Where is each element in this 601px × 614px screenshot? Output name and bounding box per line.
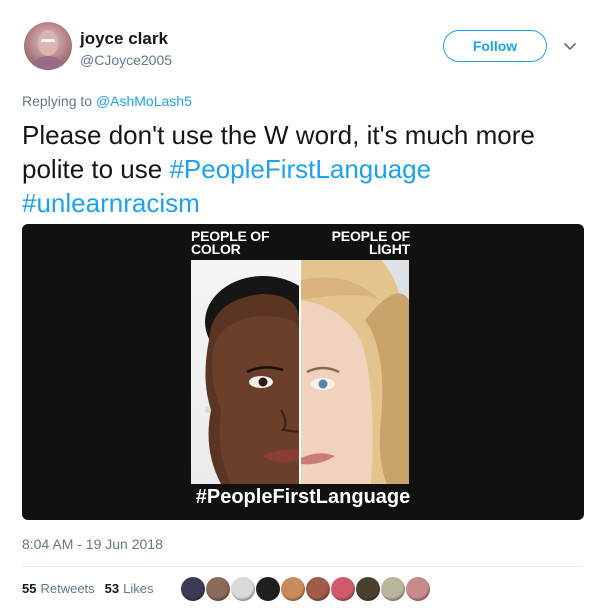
user-name[interactable]: joyce clark (80, 29, 168, 49)
hashtag-link[interactable]: #unlearnracism (22, 188, 200, 218)
avatar-shoulders (28, 56, 68, 70)
liker-avatar[interactable] (206, 577, 230, 601)
stats-divider (22, 566, 582, 567)
liker-avatar[interactable] (306, 577, 330, 601)
liker-avatar[interactable] (406, 577, 430, 601)
split-face-portrait (191, 260, 409, 484)
liker-avatar[interactable] (331, 577, 355, 601)
face-left-illustration (205, 276, 321, 484)
chevron-down-icon[interactable] (562, 38, 578, 54)
tweet-timestamp[interactable]: 8:04 AM - 19 Jun 2018 (22, 536, 163, 552)
hashtag-link[interactable]: #PeopleFirstLanguage (169, 154, 431, 184)
media-label-right: PEOPLE OF LIGHT (328, 229, 411, 257)
follow-button[interactable]: Follow (443, 30, 547, 62)
media-label-left: PEOPLE OF COLOR (191, 229, 270, 257)
avatar-eyes (41, 39, 55, 46)
user-avatar[interactable] (24, 22, 72, 70)
portrait-left-half (191, 260, 321, 484)
liker-avatar[interactable] (231, 577, 255, 601)
retweets-count: 55 (22, 581, 37, 596)
tweet-text: Please don't use the W word, it's much m… (22, 118, 582, 220)
liker-avatars (181, 577, 431, 601)
liker-avatar[interactable] (356, 577, 380, 601)
retweets-label: Retweets (40, 581, 95, 596)
likes-label: Likes (123, 581, 154, 596)
likes-count: 53 (104, 581, 120, 596)
likes-stat[interactable]: 53 Likes (105, 581, 154, 596)
liker-avatar[interactable] (381, 577, 405, 601)
replying-to-prefix: Replying to (22, 93, 96, 109)
liker-avatar[interactable] (256, 577, 280, 601)
media-label-left-line2: COLOR (191, 241, 241, 257)
liker-avatar[interactable] (281, 577, 305, 601)
tweet-media-image[interactable]: PEOPLE OF COLOR PEOPLE OF LIGHT #PeopleF… (22, 224, 584, 520)
face-right-illustration (301, 260, 409, 484)
liker-avatar[interactable] (181, 577, 205, 601)
portrait-right-half (301, 260, 409, 484)
replying-to: Replying to @AshMoLash5 (22, 93, 192, 109)
user-handle[interactable]: @CJoyce2005 (80, 52, 172, 68)
media-label-right-line2: LIGHT (369, 241, 410, 257)
retweets-stat[interactable]: 55 Retweets (22, 581, 95, 596)
reply-mention-link[interactable]: @AshMoLash5 (96, 93, 192, 109)
media-caption: #PeopleFirstLanguage (195, 486, 411, 508)
tweet-stats: 55 Retweets 53 Likes (22, 581, 164, 596)
